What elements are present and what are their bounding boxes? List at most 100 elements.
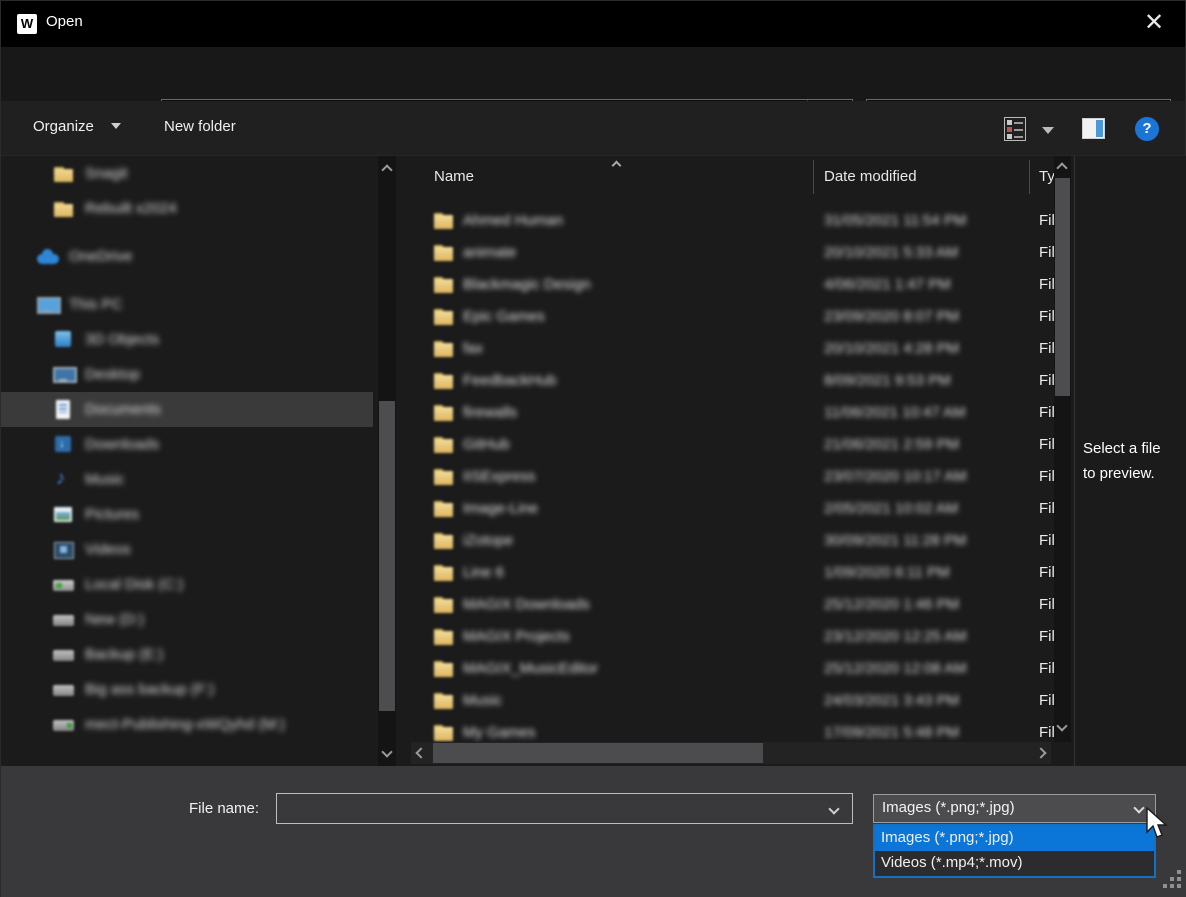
file-row[interactable]: Music 24/03/2021 3:43 PM File folder: [411, 686, 1054, 718]
file-list: Name Date modified Type Ahmed Human 31/0…: [411, 156, 1054, 742]
file-row[interactable]: Ahmed Human 31/05/2021 11:54 PM File fol…: [411, 206, 1054, 238]
file-date-modified: 24/03/2021 3:43 PM: [824, 692, 959, 709]
file-list-scrollbar-thumb[interactable]: [1055, 178, 1070, 396]
file-type: File folder: [1039, 468, 1054, 485]
file-name-input[interactable]: [276, 793, 853, 824]
dialog-title: Open: [46, 13, 83, 30]
file-date-modified: 17/09/2021 5:48 PM: [824, 724, 959, 741]
preview-pane-icon[interactable]: [1082, 118, 1105, 139]
file-name-history-chevron-icon[interactable]: [828, 803, 839, 814]
column-header-name[interactable]: Name: [434, 168, 474, 185]
file-type: File folder: [1039, 436, 1054, 453]
file-row[interactable]: FeedbackHub 8/09/2021 9:53 PM File folde…: [411, 366, 1054, 398]
column-divider[interactable]: [813, 160, 814, 194]
new-folder-button[interactable]: New folder: [164, 118, 236, 135]
sidebar-item[interactable]: Snagit: [1, 156, 373, 191]
views-dropdown-chevron-icon[interactable]: [1042, 127, 1054, 134]
sidebar-item-label: Local Disk (C:): [85, 576, 183, 593]
sidebar-item[interactable]: mect-Publishing-xWQyhd (M:): [1, 707, 373, 742]
sidebar-scrollbar[interactable]: [378, 156, 396, 766]
sidebar-item[interactable]: OneDrive: [1, 239, 373, 274]
sidebar-item-label: This PC: [69, 296, 122, 313]
preview-message-line1: Select a file: [1083, 436, 1183, 461]
sidebar-item[interactable]: Big ass backup (F:): [1, 672, 373, 707]
navigation-sidebar: Snagit Rebuilt x2024 OneDrive This PC 3D…: [1, 156, 377, 766]
file-name: MAGIX_MusicEditor: [463, 660, 598, 677]
file-date-modified: 8/09/2021 9:53 PM: [824, 372, 951, 389]
file-row[interactable]: iZotope 30/09/2021 11:28 PM File folder: [411, 526, 1054, 558]
file-row[interactable]: fax 20/10/2021 4:28 PM File folder: [411, 334, 1054, 366]
sidebar-item[interactable]: New (D:): [1, 602, 373, 637]
file-type-selected-value: Images (*.png;*.jpg): [882, 799, 1015, 816]
column-header-type[interactable]: Type: [1039, 168, 1054, 185]
sidebar-item[interactable]: Music: [1, 462, 373, 497]
folder-icon: [434, 533, 454, 550]
scroll-down-icon[interactable]: [1056, 720, 1067, 731]
file-type: File folder: [1039, 596, 1054, 613]
sidebar-item[interactable]: This PC: [1, 287, 373, 322]
file-type: File folder: [1039, 404, 1054, 421]
file-row[interactable]: firewalls 11/06/2021 10:47 AM File folde…: [411, 398, 1054, 430]
sidebar-item[interactable]: 3D Objects: [1, 322, 373, 357]
file-row[interactable]: Line 6 1/09/2020 6:11 PM File folder: [411, 558, 1054, 590]
horizontal-scrollbar[interactable]: [411, 742, 1051, 764]
file-row[interactable]: animate 20/10/2021 5:33 AM File folder: [411, 238, 1054, 270]
sidebar-scrollbar-thumb[interactable]: [379, 401, 395, 711]
sidebar-item[interactable]: Backup (E:): [1, 637, 373, 672]
horizontal-scrollbar-thumb[interactable]: [433, 743, 763, 763]
file-type: File folder: [1039, 692, 1054, 709]
sort-ascending-icon: [613, 156, 620, 174]
file-date-modified: 1/09/2020 6:11 PM: [824, 564, 950, 581]
sidebar-item-label: New (D:): [85, 611, 144, 628]
folder-icon: [434, 373, 454, 390]
sidebar-item[interactable]: Pictures: [1, 497, 373, 532]
sidebar-item[interactable]: Documents: [1, 392, 373, 427]
file-row[interactable]: MAGIX Downloads 25/12/2020 1:46 PM File …: [411, 590, 1054, 622]
sidebar-item[interactable]: Videos: [1, 532, 373, 567]
help-icon[interactable]: ?: [1135, 117, 1159, 141]
column-header-date-modified[interactable]: Date modified: [824, 168, 917, 185]
close-icon[interactable]: ✕: [1137, 7, 1171, 41]
details-view-icon[interactable]: [1004, 117, 1026, 141]
folder-icon: [434, 213, 454, 230]
sidebar-item[interactable]: Desktop: [1, 357, 373, 392]
scroll-down-icon[interactable]: [381, 746, 392, 757]
scroll-left-icon[interactable]: [415, 747, 426, 758]
column-divider[interactable]: [1029, 160, 1030, 194]
preview-panel: Select a file to preview.: [1083, 436, 1183, 486]
file-type-combobox[interactable]: Images (*.png;*.jpg): [873, 794, 1156, 823]
file-name: Music: [463, 692, 502, 709]
window-resize-grip-icon[interactable]: [1160, 870, 1181, 891]
sidebar-item[interactable]: Downloads: [1, 427, 373, 462]
organize-button[interactable]: Organize: [33, 118, 94, 135]
sidebar-item-icon: [37, 295, 59, 315]
file-list-header: Name Date modified Type: [411, 156, 1054, 201]
folder-icon: [434, 341, 454, 358]
file-row[interactable]: My Games 17/09/2021 5:48 PM File folder: [411, 718, 1054, 742]
file-type-option[interactable]: Images (*.png;*.jpg): [875, 826, 1154, 851]
file-row[interactable]: MAGIX_MusicEditor 25/12/2020 12:08 AM Fi…: [411, 654, 1054, 686]
title-bar: W Open ✕: [1, 1, 1185, 47]
navigation-bar: ← → ↑ This PC Documents ↻ Search Documen…: [1, 47, 1185, 101]
file-type-option-label: Videos (*.mp4;*.mov): [881, 854, 1022, 871]
file-row[interactable]: Blackmagic Design 4/06/2021 1:47 PM File…: [411, 270, 1054, 302]
file-date-modified: 21/06/2021 2:59 PM: [824, 436, 959, 453]
file-type-option[interactable]: Videos (*.mp4;*.mov): [875, 851, 1154, 876]
sidebar-item[interactable]: Rebuilt x2024: [1, 191, 373, 226]
scroll-right-icon[interactable]: [1035, 747, 1046, 758]
file-row[interactable]: MAGIX Projects 23/12/2020 12:25 AM File …: [411, 622, 1054, 654]
scroll-up-icon[interactable]: [381, 164, 392, 175]
file-row[interactable]: Image-Line 2/05/2021 10:02 AM File folde…: [411, 494, 1054, 526]
file-list-scrollbar[interactable]: [1054, 156, 1071, 742]
file-row[interactable]: IISExpress 23/07/2020 10:17 AM File fold…: [411, 462, 1054, 494]
file-name: animate: [463, 244, 516, 261]
folder-icon: [434, 597, 454, 614]
sidebar-item-label: Videos: [85, 541, 131, 558]
sidebar-item-label: OneDrive: [69, 248, 132, 265]
file-row[interactable]: Epic Games 23/09/2020 8:07 PM File folde…: [411, 302, 1054, 334]
file-row[interactable]: GitHub 21/06/2021 2:59 PM File folder: [411, 430, 1054, 462]
scroll-up-icon[interactable]: [1056, 162, 1067, 173]
command-toolbar: Organize New folder ?: [1, 101, 1185, 156]
file-date-modified: 30/09/2021 11:28 PM: [824, 532, 966, 549]
sidebar-item[interactable]: Local Disk (C:): [1, 567, 373, 602]
